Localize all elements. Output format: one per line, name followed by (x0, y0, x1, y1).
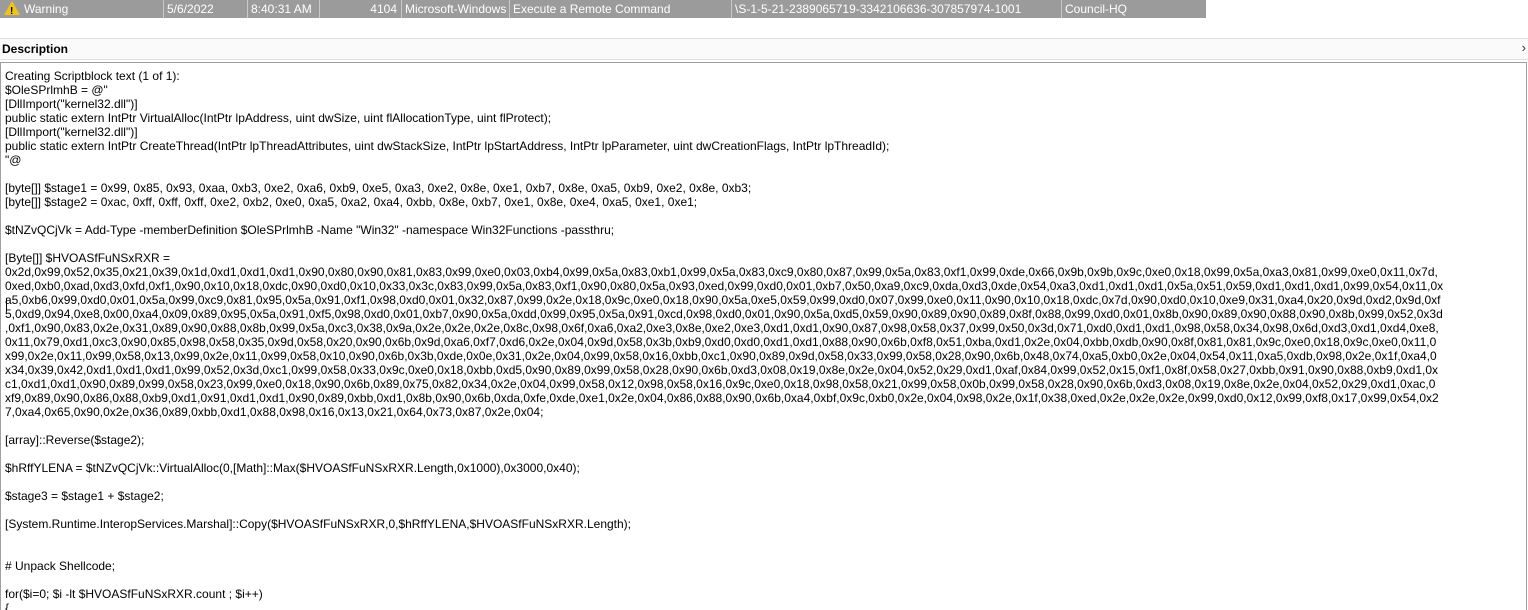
date-cell: 5/6/2022 (164, 0, 248, 18)
level-text: Warning (24, 2, 69, 16)
description-header: Description › (0, 38, 1528, 60)
task-category-cell: Execute a Remote Command (510, 0, 732, 18)
collapse-chevron-icon[interactable]: › (1522, 40, 1526, 55)
warning-icon (4, 1, 20, 18)
time-cell: 8:40:31 AM (248, 0, 320, 18)
source-cell: Microsoft-Windows (402, 0, 510, 18)
text-cursor (6, 298, 7, 310)
description-text: Creating Scriptblock text (1 of 1): $Ole… (5, 69, 1444, 610)
description-textbox[interactable]: Creating Scriptblock text (1 of 1): $Ole… (0, 62, 1527, 610)
event-id-cell: 4104 (320, 0, 402, 18)
computer-cell: Council-HQ (1065, 2, 1128, 16)
event-row-selected[interactable]: Warning 5/6/2022 8:40:31 AM 4104 Microso… (0, 0, 1206, 18)
user-cell: \S-1-5-21-2389065719-3342106636-30785797… (732, 0, 1062, 18)
description-title: Description (2, 42, 69, 56)
level-cell: Warning (0, 0, 164, 18)
